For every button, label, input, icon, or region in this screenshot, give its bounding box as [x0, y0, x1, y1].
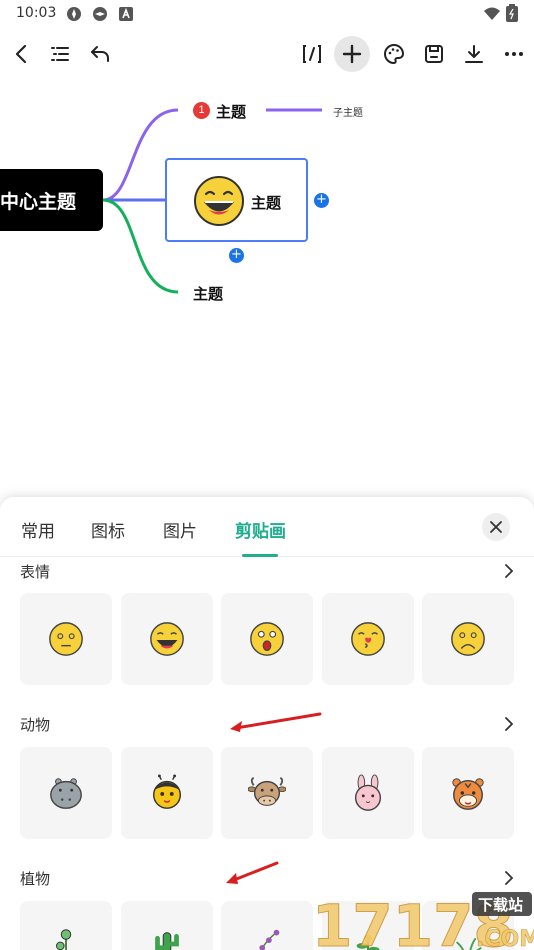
kiss-face-icon — [351, 622, 385, 656]
sad-face-icon — [451, 622, 485, 656]
list-icon — [51, 47, 69, 61]
add-child-button[interactable]: + — [229, 248, 244, 263]
download-icon — [465, 45, 483, 63]
more-button[interactable] — [496, 36, 532, 72]
svg-text:下载站: 下载站 — [478, 896, 523, 914]
a-notification-icon — [119, 7, 133, 21]
mindmap-canvas[interactable]: 中心主题 1 主题 子主题 主题 + + 主题 — [0, 80, 534, 480]
topic-selected-label: 主题 — [251, 194, 282, 212]
app-notification-icon — [67, 7, 81, 21]
top-toolbar — [0, 30, 534, 78]
category-title-animals: 动物 — [20, 716, 51, 734]
clipart-tile[interactable] — [20, 747, 112, 839]
undo-button[interactable] — [82, 36, 118, 72]
chevron-right-icon[interactable] — [502, 717, 516, 731]
hippo-icon — [50, 778, 82, 809]
surprised-face-icon — [250, 622, 284, 656]
orchid-icon — [259, 929, 280, 950]
save-button[interactable] — [416, 36, 452, 72]
clipart-tile[interactable] — [121, 901, 213, 950]
status-bar: 10:03 — [0, 0, 534, 28]
formula-button[interactable] — [294, 36, 330, 72]
status-time: 10:03 — [16, 5, 57, 21]
more-dots-icon — [505, 52, 523, 56]
chevron-right-icon[interactable] — [502, 871, 516, 885]
red-arrow-annotation-2 — [226, 861, 279, 884]
theme-button[interactable] — [376, 36, 412, 72]
add-sibling-button[interactable]: + — [314, 193, 329, 208]
add-node-button[interactable] — [334, 36, 370, 72]
palette-icon — [384, 43, 405, 65]
branch-lines — [102, 108, 322, 294]
red-arrow-annotation-1 — [230, 712, 322, 732]
sheet-tabs: 常用 图标 图片 剪贴画 — [0, 497, 534, 557]
clipart-tile[interactable] — [422, 593, 514, 685]
neutral-face-icon — [49, 622, 83, 656]
tab-icons[interactable]: 图标 — [91, 517, 125, 542]
plus-icon — [342, 44, 362, 64]
watermark-logo: 17178 下载站 .COM — [312, 892, 534, 950]
close-sheet-button[interactable] — [482, 513, 510, 541]
chevron-right-icon[interactable] — [502, 564, 516, 578]
bee-icon — [152, 774, 182, 809]
grin-face-icon — [194, 176, 244, 226]
topic-top-label[interactable]: 主题 — [216, 101, 246, 122]
clipart-tile[interactable] — [20, 901, 112, 950]
export-button[interactable] — [456, 36, 492, 72]
clipart-tile[interactable] — [121, 593, 213, 685]
category-title-plants: 植物 — [20, 870, 51, 888]
chevron-left-icon — [15, 44, 27, 64]
clipart-tile[interactable] — [322, 747, 414, 839]
topic-bottom-label[interactable]: 主题 — [193, 283, 223, 304]
selected-topic-node[interactable]: 主题 — [165, 158, 308, 242]
rabbit-icon — [354, 774, 382, 811]
clipart-tile[interactable] — [422, 747, 514, 839]
subtopic-label[interactable]: 子主题 — [333, 104, 363, 119]
active-tab-indicator — [242, 554, 278, 557]
center-topic-label: 中心主题 — [0, 190, 77, 213]
tab-images[interactable]: 图片 — [163, 517, 197, 542]
flower-plant-icon — [56, 929, 72, 950]
bracket-slash-icon — [303, 45, 321, 63]
category-title-emoji: 表情 — [20, 563, 51, 581]
save-icon — [425, 45, 443, 63]
tiger-icon — [452, 778, 484, 810]
battery-icon — [506, 4, 518, 22]
undo-icon — [91, 46, 109, 62]
app-notification-icon-2 — [93, 7, 107, 21]
center-topic-node[interactable]: 中心主题 — [0, 169, 103, 231]
cactus-icon — [155, 932, 179, 950]
wifi-icon — [484, 7, 500, 20]
svg-text:.COM: .COM — [476, 927, 534, 950]
clipart-tile[interactable] — [322, 593, 414, 685]
grin-face-icon — [150, 622, 184, 656]
clipart-tile[interactable] — [121, 747, 213, 839]
clipart-tile[interactable] — [20, 593, 112, 685]
priority-badge: 1 — [193, 102, 210, 119]
site-watermark: 17178 下载站 .COM — [312, 888, 534, 950]
clipart-tile[interactable] — [221, 747, 313, 839]
close-icon — [490, 521, 502, 533]
outline-button[interactable] — [42, 36, 78, 72]
tab-clipart[interactable]: 剪贴画 — [235, 517, 286, 542]
cow-icon — [248, 776, 286, 806]
clipart-tile[interactable] — [221, 593, 313, 685]
back-button[interactable] — [4, 36, 40, 72]
clipart-tile[interactable] — [221, 901, 313, 950]
tab-common[interactable]: 常用 — [21, 517, 55, 542]
